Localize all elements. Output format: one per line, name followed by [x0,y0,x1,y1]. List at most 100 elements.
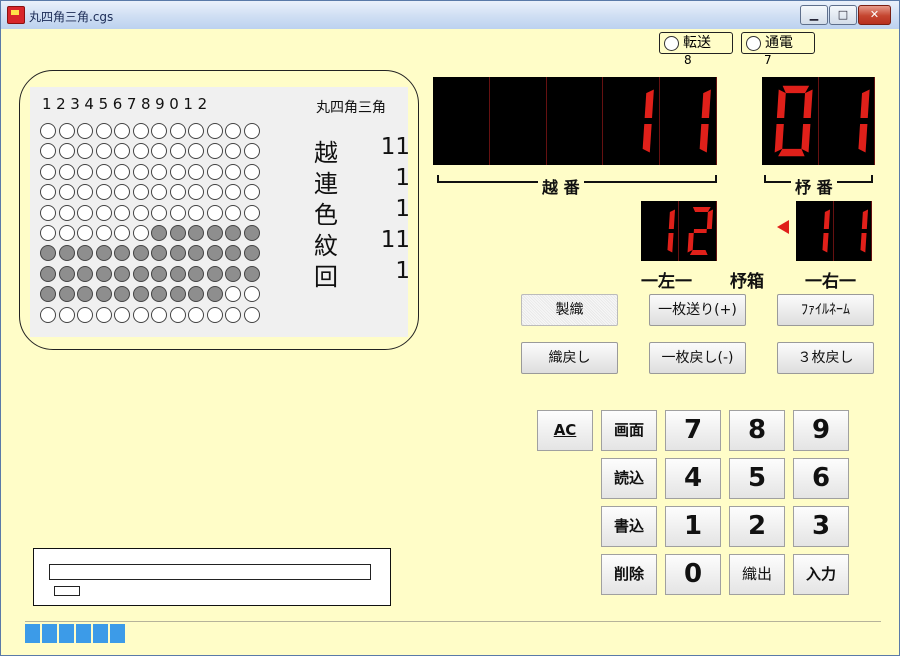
pattern-cell[interactable] [132,224,149,241]
pattern-cell[interactable] [243,265,260,282]
pattern-grid[interactable] [40,121,262,325]
pattern-cell[interactable] [151,224,167,241]
key-5[interactable]: 5 [729,458,785,499]
pattern-cell[interactable] [95,306,112,323]
pattern-cell[interactable] [95,143,112,160]
pattern-cell[interactable] [114,123,130,139]
pattern-cell[interactable] [40,204,56,221]
pattern-cell[interactable] [225,286,241,303]
key-2[interactable]: 2 [729,506,785,547]
pattern-cell[interactable] [225,143,241,160]
pattern-cell[interactable] [95,163,112,180]
pattern-cell[interactable] [58,265,75,282]
close-button[interactable]: ✕ [858,5,891,25]
pattern-cell[interactable] [132,286,149,303]
minimize-button[interactable]: ▁ [800,5,828,25]
enter-button[interactable]: 入力 [793,554,849,595]
pattern-cell[interactable] [188,123,204,139]
pattern-cell[interactable] [169,306,186,323]
pattern-cell[interactable] [169,204,186,221]
pattern-cell[interactable] [151,163,167,180]
pattern-cell[interactable] [77,286,93,303]
pattern-cell[interactable] [188,306,204,323]
pattern-cell[interactable] [58,286,75,303]
pattern-cell[interactable] [132,204,149,221]
pattern-cell[interactable] [225,123,241,139]
pattern-cell[interactable] [95,123,112,139]
pattern-cell[interactable] [95,245,112,262]
pattern-cell[interactable] [169,123,186,139]
pattern-cell[interactable] [243,143,260,160]
read-button[interactable]: 読込 [601,458,657,499]
pattern-cell[interactable] [95,286,112,303]
pattern-cell[interactable] [206,265,223,282]
pattern-cell[interactable] [243,204,260,221]
pattern-cell[interactable] [225,163,241,180]
pattern-cell[interactable] [243,224,260,241]
weave-back-button[interactable]: 織戻し [521,342,618,374]
pattern-cell[interactable] [151,204,167,221]
pattern-cell[interactable] [169,184,186,201]
pattern-cell[interactable] [132,163,149,180]
pattern-cell[interactable] [225,265,241,282]
pattern-cell[interactable] [77,245,93,262]
pattern-cell[interactable] [243,245,260,262]
pattern-cell[interactable] [243,286,260,303]
pattern-cell[interactable] [206,163,223,180]
pattern-cell[interactable] [169,265,186,282]
file-path-field[interactable] [49,564,371,580]
pattern-cell[interactable] [243,306,260,323]
ac-button[interactable]: AC [537,410,593,451]
pattern-cell[interactable] [77,224,93,241]
pattern-cell[interactable] [151,306,167,323]
pattern-cell[interactable] [40,306,56,323]
delete-button[interactable]: 削除 [601,554,657,595]
pattern-cell[interactable] [77,265,93,282]
pattern-cell[interactable] [40,163,56,180]
pattern-cell[interactable] [188,184,204,201]
pattern-cell[interactable] [114,184,130,201]
pattern-cell[interactable] [225,306,241,323]
pattern-cell[interactable] [188,286,204,303]
title-bar[interactable]: 丸四角三角.cgs ▁ □ ✕ [1,1,899,29]
pattern-cell[interactable] [58,143,75,160]
pattern-cell[interactable] [40,286,56,303]
pattern-cell[interactable] [151,143,167,160]
key-4[interactable]: 4 [665,458,721,499]
pattern-cell[interactable] [206,143,223,160]
pattern-cell[interactable] [95,265,112,282]
pattern-cell[interactable] [40,143,56,160]
write-button[interactable]: 書込 [601,506,657,547]
pattern-cell[interactable] [169,224,186,241]
pattern-cell[interactable] [114,224,130,241]
pattern-cell[interactable] [114,143,130,160]
key-3[interactable]: 3 [793,506,849,547]
pattern-cell[interactable] [114,245,130,262]
pattern-cell[interactable] [114,204,130,221]
pattern-cell[interactable] [58,123,75,139]
pattern-cell[interactable] [225,245,241,262]
pattern-cell[interactable] [77,123,93,139]
pattern-cell[interactable] [206,306,223,323]
pattern-cell[interactable] [77,204,93,221]
pattern-cell[interactable] [58,163,75,180]
pattern-cell[interactable] [40,224,56,241]
pattern-cell[interactable] [151,184,167,201]
pattern-cell[interactable] [95,184,112,201]
pattern-cell[interactable] [151,265,167,282]
pattern-cell[interactable] [77,143,93,160]
pattern-cell[interactable] [243,163,260,180]
transfer-indicator[interactable]: 転送 [659,32,733,54]
pattern-cell[interactable] [58,245,75,262]
pattern-cell[interactable] [151,123,167,139]
pattern-cell[interactable] [151,286,167,303]
file-small-field[interactable] [54,586,80,596]
weave-button[interactable]: 製織 [521,294,618,326]
pattern-cell[interactable] [151,245,167,262]
maximize-button[interactable]: □ [829,5,857,25]
back-three-button[interactable]: ３枚戻し [777,342,874,374]
pattern-cell[interactable] [132,123,149,139]
pattern-cell[interactable] [169,286,186,303]
pattern-cell[interactable] [114,306,130,323]
pattern-cell[interactable] [188,245,204,262]
